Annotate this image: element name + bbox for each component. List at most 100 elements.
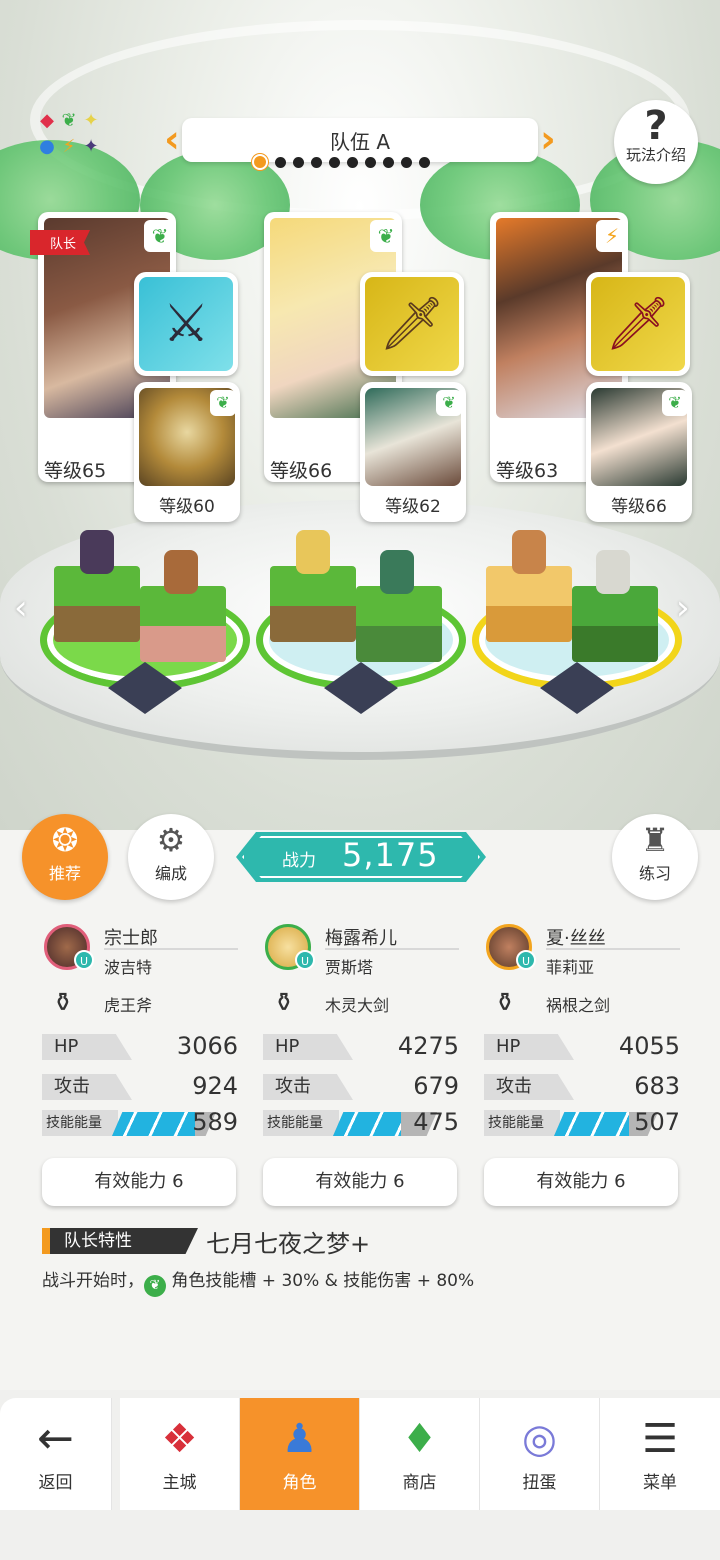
weapon-slot[interactable]: 🗡	[360, 272, 464, 376]
atk-value: 683	[634, 1072, 680, 1100]
atk-stat: 攻击 924	[42, 1072, 238, 1102]
team-dot[interactable]	[293, 156, 304, 168]
wood-element-icon: ❦	[144, 220, 176, 252]
member-stats-3[interactable]: U 夏·丝丝 菲莉亚 ⚱ 祸根之剑 HP 4055 攻击 683 技能能量 50…	[484, 922, 680, 1212]
recommend-icon: ❂	[51, 821, 79, 859]
chibi-support	[596, 550, 630, 594]
gacha-ring-icon: ◎	[522, 1416, 557, 1462]
team-name: 队伍 A	[329, 130, 391, 154]
team-dot[interactable]	[419, 156, 430, 168]
formation-button[interactable]: ⚙ 编成	[128, 814, 214, 900]
practice-button[interactable]: ♜ 练习	[612, 814, 698, 900]
nav-shop-label: 商店	[402, 1473, 437, 1493]
power-label: 战力	[282, 851, 316, 871]
divider	[546, 948, 680, 950]
hp-stat: HP 3066	[42, 1032, 238, 1062]
team-dot[interactable]	[401, 156, 412, 168]
nav-gacha-button[interactable]: ◎ 扭蛋	[480, 1398, 600, 1510]
weapon-slot[interactable]: ⚔	[134, 272, 238, 376]
nav-menu-button[interactable]: ☰ 菜单	[600, 1398, 720, 1510]
back-arrow-icon: ←	[37, 1413, 74, 1464]
weapon-name: 祸根之剑	[546, 996, 611, 1015]
hp-value: 4275	[397, 1032, 459, 1060]
sand-block	[486, 566, 572, 642]
support-character-slot[interactable]: ❦ 等级60	[134, 382, 240, 522]
prev-team-chevron-icon[interactable]: ‹	[160, 118, 184, 162]
chibi-character	[296, 530, 330, 574]
nav-back-label: 返回	[38, 1473, 73, 1493]
star-icon: ✦	[83, 110, 99, 131]
leaf-icon: ❦	[210, 390, 236, 416]
shop-bag-icon: ♦	[401, 1416, 438, 1462]
skill-value: 507	[634, 1108, 680, 1136]
divider	[325, 948, 459, 950]
hp-label: HP	[42, 1034, 132, 1060]
u-badge-icon: U	[295, 950, 315, 970]
support-name: 菲莉亚	[546, 958, 595, 977]
leaf-icon: ❦	[61, 110, 77, 131]
lightning-icon: ⚡	[62, 136, 76, 157]
member-card-3[interactable]: ⚡ 等级63 🗡 ❦ 等级66	[490, 212, 700, 522]
grass-block	[270, 566, 356, 642]
skill-value: 589	[192, 1108, 238, 1136]
nav-back-button[interactable]: ← 返回	[0, 1398, 112, 1510]
member-card-2[interactable]: ❦ 等级66 🗡 ❦ 等级62	[264, 212, 474, 522]
effective-ability-button[interactable]: 有效能力 6	[484, 1158, 678, 1206]
atk-value: 924	[192, 1072, 238, 1100]
leader-desc-suffix: 角色技能槽 + 30% & 技能伤害 + 80%	[171, 1271, 475, 1291]
support-character-slot[interactable]: ❦ 等级62	[360, 382, 466, 522]
member-stats-1[interactable]: U 宗士郎 波吉特 ⚱ 虎王斧 HP 3066 攻击 924 技能能量 589 …	[42, 922, 238, 1212]
nav-menu-label: 菜单	[643, 1473, 677, 1493]
team-selector: 队伍 A ‹ ›	[160, 118, 560, 170]
team-dot-active[interactable]	[252, 154, 268, 170]
platform-1[interactable]	[40, 530, 250, 720]
team-dot[interactable]	[383, 156, 394, 168]
help-button[interactable]: ? 玩法介绍	[614, 100, 698, 184]
team-dot[interactable]	[347, 156, 358, 168]
effective-ability-button[interactable]: 有效能力 6	[263, 1158, 457, 1206]
grass-block	[54, 566, 140, 642]
character-level: 等级66	[270, 460, 333, 482]
chibi-character	[512, 530, 546, 574]
help-label: 玩法介绍	[625, 146, 686, 164]
member-stats-2[interactable]: U 梅露希儿 贾斯塔 ⚱ 木灵大剑 HP 4275 攻击 679 技能能量 47…	[263, 922, 459, 1212]
platform-3[interactable]	[472, 530, 682, 720]
support-character-slot[interactable]: ❦ 等级66	[586, 382, 692, 522]
chibi-character	[80, 530, 114, 574]
chibi-support	[164, 550, 198, 594]
member-card-1[interactable]: ❦ 等级65 队长 ⚔ ❦ 等级60	[30, 212, 248, 522]
team-dot[interactable]	[275, 156, 286, 168]
bottom-navigation: ← 返回 ❖ 主城 ♟ 角色 ♦ 商店 ◎ 扭蛋 ☰ 菜单	[0, 1390, 720, 1560]
formation-label: 编成	[154, 864, 187, 883]
prev-arrow-icon[interactable]: ‹	[14, 588, 28, 628]
skill-energy-fill	[112, 1112, 196, 1136]
chibi-support	[380, 550, 414, 594]
fire-icon: ◆	[40, 110, 54, 131]
nav-characters-label: 角色	[282, 1473, 317, 1493]
nav-home-button[interactable]: ❖ 主城	[120, 1398, 240, 1510]
attribute-chart[interactable]: ◆ ❦ ✦ ● ⚡ ✦	[36, 108, 136, 168]
support-level: 等级62	[385, 497, 441, 517]
team-dot[interactable]	[365, 156, 376, 168]
leaf-icon: ❦	[436, 390, 462, 416]
combat-power-display: 战力 5,175	[236, 832, 486, 882]
effective-ability-button[interactable]: 有效能力 6	[42, 1158, 236, 1206]
weapon-slot[interactable]: 🗡	[586, 272, 690, 376]
support-name: 波吉特	[104, 958, 153, 977]
character-name: 梅露希儿	[325, 928, 397, 949]
team-dot[interactable]	[329, 156, 340, 168]
leaf-icon: ❦	[662, 390, 688, 416]
nav-home-label: 主城	[162, 1473, 197, 1493]
person-gear-icon: ⚙	[156, 821, 186, 859]
next-team-chevron-icon[interactable]: ›	[536, 118, 560, 162]
recommend-button[interactable]: ❂ 推荐	[22, 814, 108, 900]
skill-label: 技能能量	[484, 1110, 560, 1136]
support-level: 等级66	[611, 497, 667, 517]
platform-2[interactable]	[256, 530, 466, 720]
hp-stat: HP 4055	[484, 1032, 680, 1062]
nav-characters-button[interactable]: ♟ 角色	[240, 1398, 360, 1510]
lightning-element-icon: ⚡	[596, 220, 628, 252]
nav-shop-button[interactable]: ♦ 商店	[360, 1398, 480, 1510]
power-value: 5,175	[342, 836, 439, 874]
team-dot[interactable]	[311, 156, 322, 168]
